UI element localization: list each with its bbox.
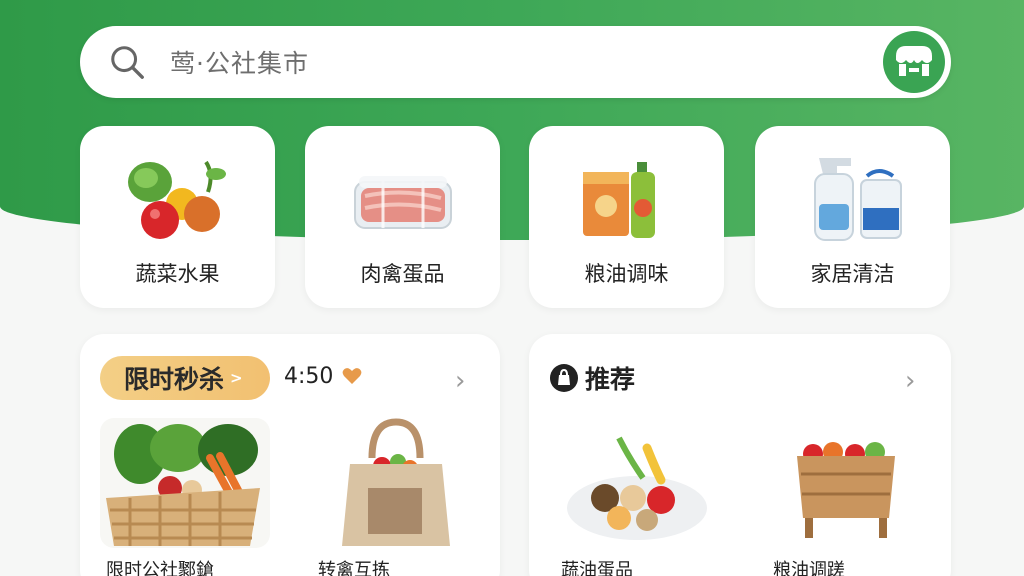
heart-icon [342,368,362,384]
vegetables-fruits-icon [128,160,226,239]
recommend-title: 推荐 [585,365,636,394]
flash-sale-title: 限时秒杀 [124,365,225,394]
category-grid: 蔬菜水果 肉禽蛋品 粮油调味 家居清洁 [80,126,951,308]
grain-oil-icon [583,162,655,238]
grocery-tote-image [310,418,480,548]
category-grain-oil[interactable]: 粮油调味 [529,126,724,308]
product-label: 转禽互拣 [318,560,390,576]
countdown-timer: 4:50 [284,364,334,389]
product-card-grocery-tote[interactable] [310,418,480,548]
vegetable-basket-image [100,418,270,548]
recommend-header[interactable]: 推荐 [549,360,635,396]
chevron-right-icon: > [230,369,243,387]
product-label: 蔬油蛋品 [561,560,633,576]
fruit-crate-image [761,418,931,548]
flash-sale-panel: 限时秒杀 > 4:50 › 限时公社鄹鎗 转禽互拣 [80,334,500,576]
product-label: 限时公社鄹鎗 [106,560,214,576]
product-card-vegetable-basket[interactable] [100,418,270,548]
search-bar[interactable]: 莺·公社集市 [80,26,951,98]
category-label: 家居清洁 [810,262,895,286]
flash-sale-more-chevron-icon[interactable]: › [455,368,465,394]
product-card-fruit-crate[interactable] [761,418,931,548]
flash-sale-badge[interactable]: 限时秒杀 > [100,356,270,400]
product-label: 粮油调蹉 [773,560,845,576]
meat-tray-icon [354,176,452,229]
storefront-icon[interactable] [883,31,945,93]
category-label: 粮油调味 [584,262,669,286]
vegetable-plate-image [551,418,721,548]
recommend-more-chevron-icon[interactable]: › [905,368,915,394]
recommend-panel: 推荐 › 蔬油蛋品 粮油调蹉 [529,334,951,576]
shopping-bag-icon [550,364,578,392]
search-icon [111,46,144,79]
category-meat-eggs[interactable]: 肉禽蛋品 [305,126,500,308]
category-home-cleaning[interactable]: 家居清洁 [755,126,950,308]
category-vegetables-fruits[interactable]: 蔬菜水果 [80,126,275,308]
cleaning-bottles-icon [814,158,902,241]
search-input[interactable]: 莺·公社集市 [170,44,883,80]
product-card-vegetable-plate[interactable] [551,418,721,548]
category-label: 蔬菜水果 [135,262,220,286]
category-label: 肉禽蛋品 [360,262,445,286]
